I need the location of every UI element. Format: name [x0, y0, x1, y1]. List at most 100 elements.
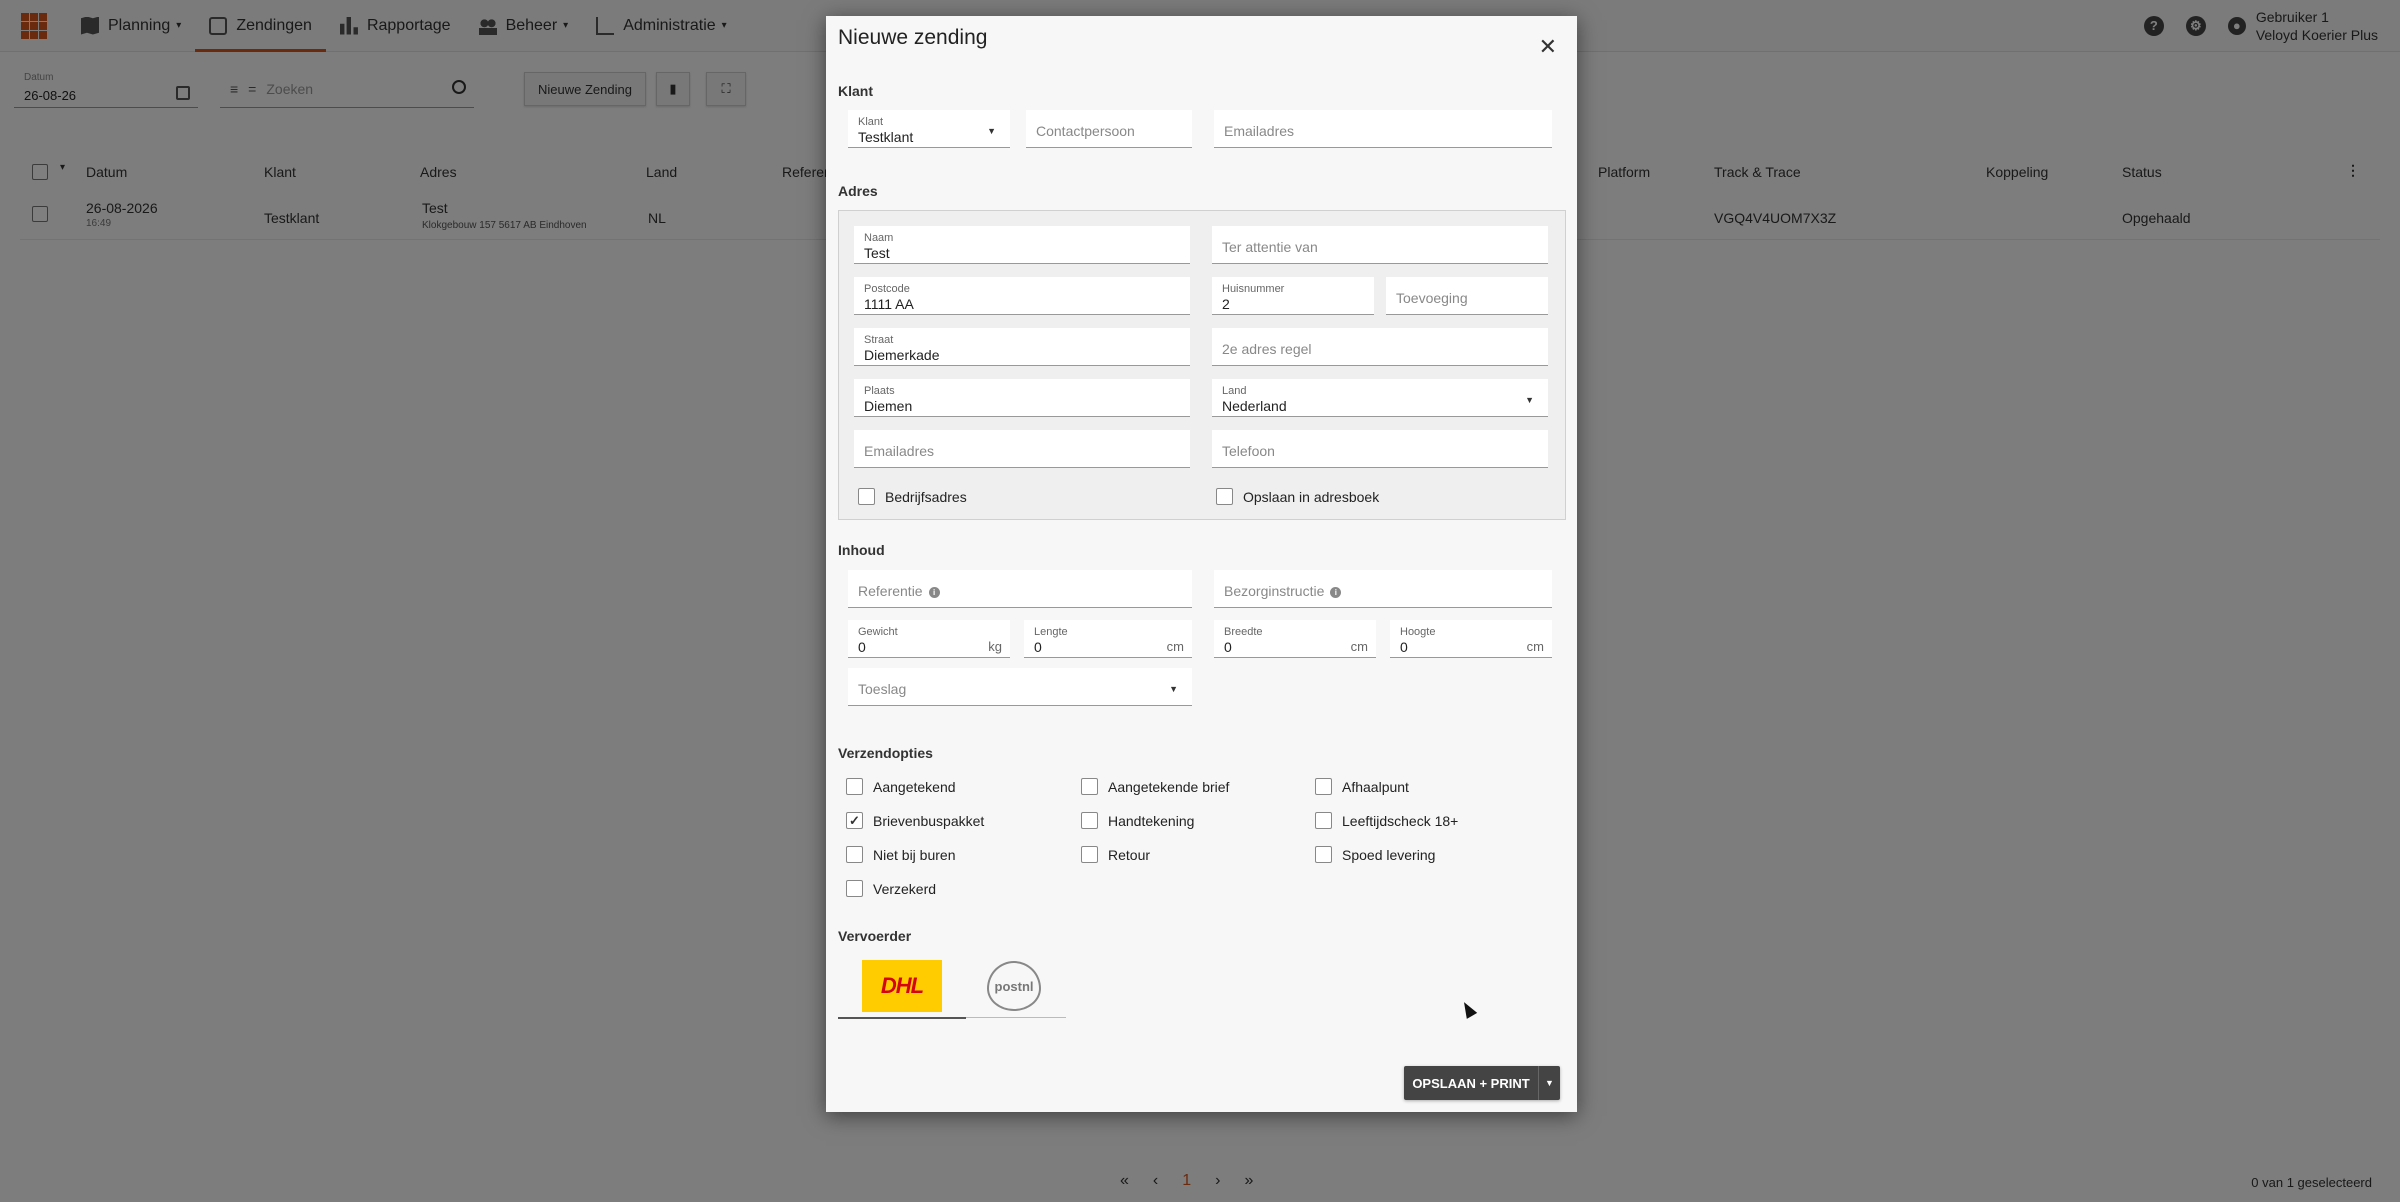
addition-field[interactable]: Toevoeging	[1386, 277, 1548, 315]
phone-placeholder: Telefoon	[1222, 443, 1275, 459]
street-value: Diemerkade	[864, 347, 940, 363]
attention-placeholder: Ter attentie van	[1222, 239, 1318, 255]
option-label: Retour	[1108, 846, 1151, 863]
checkbox-box[interactable]	[846, 846, 863, 863]
info-icon[interactable]: i	[1330, 586, 1342, 598]
option-aangetekend[interactable]: Aangetekend	[846, 778, 956, 795]
weight-label: Gewicht	[858, 626, 898, 638]
save-print-label: OPSLAAN + PRINT	[1412, 1075, 1530, 1091]
checkbox-box[interactable]	[846, 880, 863, 897]
postcode-value: 1111 AA	[864, 296, 914, 312]
length-unit: cm	[1166, 639, 1184, 654]
option-brievenbuspakket[interactable]: ✓ Brievenbuspakket	[846, 812, 984, 829]
reference-field[interactable]: Referentie i	[848, 570, 1192, 608]
close-icon[interactable]: ✕	[1539, 36, 1557, 58]
save-print-button[interactable]: OPSLAAN + PRINT ▼	[1404, 1066, 1560, 1100]
postcode-label: Postcode	[864, 283, 910, 295]
carrier-tab-postnl[interactable]: postnl	[950, 954, 1078, 1018]
postcode-field[interactable]: Postcode 1111 AA	[854, 277, 1190, 315]
section-verzendopties: Verzendopties	[838, 745, 933, 761]
weight-field[interactable]: Gewicht 0 kg	[848, 620, 1010, 658]
new-shipment-dialog: Nieuwe zending ✕ Klant Klant Testklant ▼…	[826, 16, 1577, 1112]
client-email-placeholder: Emailadres	[1224, 123, 1295, 139]
checkbox-box[interactable]	[1315, 778, 1332, 795]
carrier-tab-dhl[interactable]: DHL	[838, 954, 966, 1019]
height-field[interactable]: Hoogte 0 cm	[1390, 620, 1552, 658]
dhl-logo: DHL	[862, 960, 942, 1012]
carrier-tabs: DHL postnl	[838, 954, 1066, 1019]
checkbox-box[interactable]	[1081, 846, 1098, 863]
height-label: Hoogte	[1400, 626, 1436, 638]
checkbox-box[interactable]	[846, 778, 863, 795]
surcharge-placeholder: Toeslag	[858, 681, 907, 697]
length-label: Lengte	[1034, 626, 1068, 638]
save-address-book-label: Opslaan in adresboek	[1243, 488, 1380, 505]
info-icon[interactable]: i	[928, 586, 940, 598]
save-address-book-checkbox[interactable]: Opslaan in adresboek	[1216, 488, 1379, 505]
addition-placeholder: Toevoeging	[1396, 290, 1468, 306]
delivery-instruction-field[interactable]: Bezorginstructie i	[1214, 570, 1552, 608]
option-label: Aangetekende brief	[1108, 778, 1230, 795]
name-field[interactable]: Naam Test	[854, 226, 1190, 264]
surcharge-select[interactable]: Toeslag ▼	[848, 668, 1192, 706]
country-value: Nederland	[1222, 398, 1287, 414]
weight-value: 0	[858, 639, 866, 655]
dialog-title: Nieuwe zending	[838, 26, 988, 49]
delivery-instruction-placeholder: Bezorginstructie	[1224, 583, 1325, 599]
option-label: Aangetekend	[873, 778, 956, 795]
checkbox-box[interactable]	[858, 488, 875, 505]
length-field[interactable]: Lengte 0 cm	[1024, 620, 1192, 658]
dropdown-arrow-icon[interactable]: ▼	[1538, 1066, 1560, 1100]
business-address-label: Bedrijfsadres	[885, 488, 967, 505]
house-number-label: Huisnummer	[1222, 283, 1285, 295]
length-value: 0	[1034, 639, 1042, 655]
dhl-logo-text: DHL	[880, 973, 924, 998]
option-leeftijdscheck[interactable]: Leeftijdscheck 18+	[1315, 812, 1458, 829]
business-address-checkbox[interactable]: Bedrijfsadres	[858, 488, 967, 505]
option-aangetekende-brief[interactable]: Aangetekende brief	[1081, 778, 1229, 795]
option-afhaalpunt[interactable]: Afhaalpunt	[1315, 778, 1409, 795]
checkbox-box[interactable]	[1081, 812, 1098, 829]
street-field[interactable]: Straat Diemerkade	[854, 328, 1190, 366]
attention-field[interactable]: Ter attentie van	[1212, 226, 1548, 264]
dropdown-arrow-icon: ▼	[1525, 395, 1534, 405]
check-icon[interactable]: ✓	[846, 812, 863, 829]
height-unit: cm	[1526, 639, 1544, 654]
width-field[interactable]: Breedte 0 cm	[1214, 620, 1376, 658]
name-label: Naam	[864, 232, 894, 244]
height-value: 0	[1400, 639, 1408, 655]
checkbox-box[interactable]	[1081, 778, 1098, 795]
client-select[interactable]: Klant Testklant ▼	[848, 110, 1010, 148]
option-verzekerd[interactable]: Verzekerd	[846, 880, 936, 897]
checkbox-box[interactable]	[1216, 488, 1233, 505]
option-label: Niet bij buren	[873, 846, 956, 863]
option-retour[interactable]: Retour	[1081, 846, 1150, 863]
section-inhoud: Inhoud	[838, 542, 885, 558]
client-select-value: Testklant	[858, 129, 914, 145]
country-select[interactable]: Land Nederland ▼	[1212, 379, 1548, 417]
option-label: Leeftijdscheck 18+	[1342, 812, 1459, 829]
country-label: Land	[1222, 385, 1247, 397]
option-niet-bij-buren[interactable]: Niet bij buren	[846, 846, 956, 863]
address-email-placeholder: Emailadres	[864, 443, 935, 459]
contact-person-field[interactable]: Contactpersoon	[1026, 110, 1192, 148]
house-number-field[interactable]: Huisnummer 2	[1212, 277, 1374, 315]
address-line2-field[interactable]: 2e adres regel	[1212, 328, 1548, 366]
dropdown-arrow-icon: ▼	[987, 126, 996, 136]
city-field[interactable]: Plaats Diemen	[854, 379, 1190, 417]
address-email-field[interactable]: Emailadres	[854, 430, 1190, 468]
option-label: Spoed levering	[1342, 846, 1436, 863]
width-unit: cm	[1350, 639, 1368, 654]
house-number-value: 2	[1222, 296, 1230, 312]
option-spoed-levering[interactable]: Spoed levering	[1315, 846, 1435, 863]
client-email-field[interactable]: Emailadres	[1214, 110, 1552, 148]
phone-field[interactable]: Telefoon	[1212, 430, 1548, 468]
postnl-logo: postnl	[987, 961, 1041, 1011]
client-select-label: Klant	[858, 116, 884, 128]
checkbox-box[interactable]	[1315, 846, 1332, 863]
option-label: Verzekerd	[873, 880, 937, 897]
checkbox-box[interactable]	[1315, 812, 1332, 829]
option-label: Brievenbuspakket	[873, 812, 985, 829]
postnl-logo-text: postnl	[994, 978, 1034, 994]
option-handtekening[interactable]: Handtekening	[1081, 812, 1194, 829]
